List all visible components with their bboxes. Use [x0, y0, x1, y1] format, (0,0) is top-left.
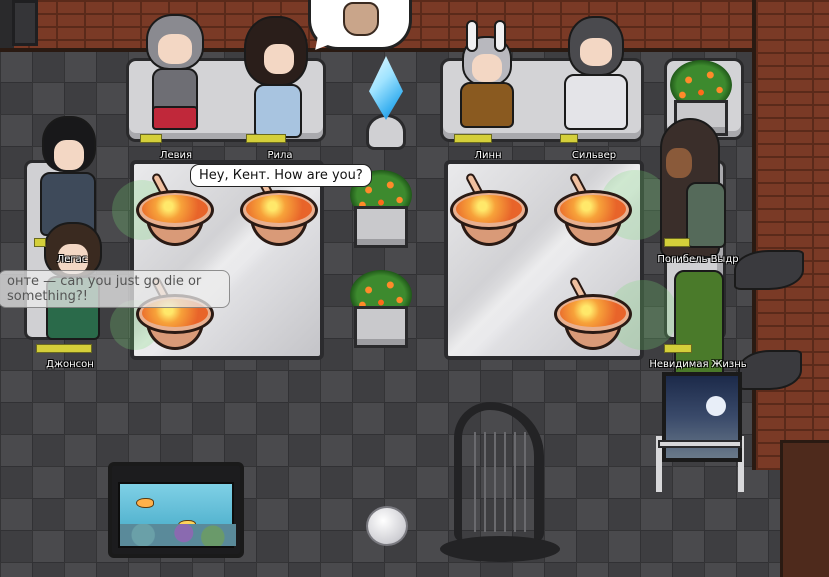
face — [54, 140, 84, 170]
name-label[interactable]: Погибель Выдр — [657, 254, 738, 265]
body — [686, 182, 726, 248]
name-bar — [36, 344, 92, 353]
soup — [560, 299, 626, 327]
face — [666, 148, 692, 178]
bowl-icon[interactable] — [554, 171, 632, 250]
bunny-ear — [466, 20, 478, 52]
fish-icon — [136, 498, 154, 508]
wall-corner — [780, 440, 829, 577]
skirt — [152, 106, 198, 130]
soup — [142, 195, 208, 223]
aquarium-gravel — [120, 524, 236, 546]
harp-frame — [454, 402, 544, 542]
bowl-icon[interactable] — [136, 171, 214, 250]
bunny-ear — [494, 20, 506, 52]
character-legas[interactable] — [32, 116, 104, 236]
body — [254, 84, 302, 138]
speech-line: something?! — [7, 289, 88, 304]
name-bar — [454, 134, 492, 143]
harp-base — [440, 536, 560, 562]
aquarium-water — [118, 482, 236, 548]
name-label[interactable]: Левия — [160, 150, 192, 161]
face — [158, 34, 192, 64]
hand-wave-icon — [343, 2, 379, 36]
aquarium-icon[interactable] — [108, 462, 244, 558]
harp-icon[interactable] — [440, 402, 560, 564]
bowl-icon[interactable] — [450, 171, 528, 250]
coat — [564, 74, 628, 130]
name-bar — [140, 134, 162, 143]
emote-bubble — [307, 0, 412, 57]
name-bar — [246, 134, 286, 143]
character-linn[interactable] — [454, 20, 520, 130]
brick-wall-top — [0, 0, 829, 52]
name-bar — [664, 344, 692, 353]
character-silver[interactable] — [560, 16, 632, 132]
name-bar — [664, 238, 690, 247]
name-bar — [34, 238, 46, 247]
face — [580, 38, 612, 66]
character-rila[interactable] — [234, 14, 318, 138]
game-scene[interactable]: Левия Рила Линн Сильвер Легас Погибель В… — [0, 0, 829, 577]
fox-tail — [734, 250, 804, 290]
ball-icon[interactable] — [366, 506, 408, 546]
doorway-pillar — [12, 0, 38, 46]
speech-bubble: Hey, Кент. How are you? — [190, 164, 372, 187]
character-pogibel[interactable] — [656, 118, 746, 258]
soup — [560, 195, 626, 223]
moon — [706, 396, 726, 416]
speech-bubble-faded: онте — can you just go die or something?… — [0, 270, 230, 308]
name-bar — [560, 134, 578, 143]
bowl-icon[interactable] — [240, 171, 318, 250]
camo-jacket — [460, 82, 514, 128]
name-label[interactable]: Рила — [267, 150, 292, 161]
name-label[interactable]: Сильвер — [572, 150, 616, 161]
planter-box — [354, 206, 408, 248]
painting-icon[interactable] — [662, 372, 742, 462]
bowl-icon[interactable] — [554, 275, 632, 354]
soup — [246, 195, 312, 223]
character-leviya[interactable] — [140, 14, 210, 134]
name-label[interactable]: Легас — [57, 254, 88, 265]
fox-tail — [738, 350, 802, 390]
easel-bar — [658, 440, 742, 448]
face — [264, 44, 294, 74]
speech-line: онте — can you just go die or — [7, 274, 202, 289]
face — [472, 54, 502, 82]
planter-icon[interactable] — [350, 270, 412, 348]
name-label[interactable]: Линн — [474, 150, 501, 161]
name-label[interactable]: Джонсон — [46, 359, 94, 370]
soup — [456, 195, 522, 223]
planter-box — [354, 306, 408, 348]
name-label[interactable]: Невидимая Жизнь — [649, 359, 746, 370]
